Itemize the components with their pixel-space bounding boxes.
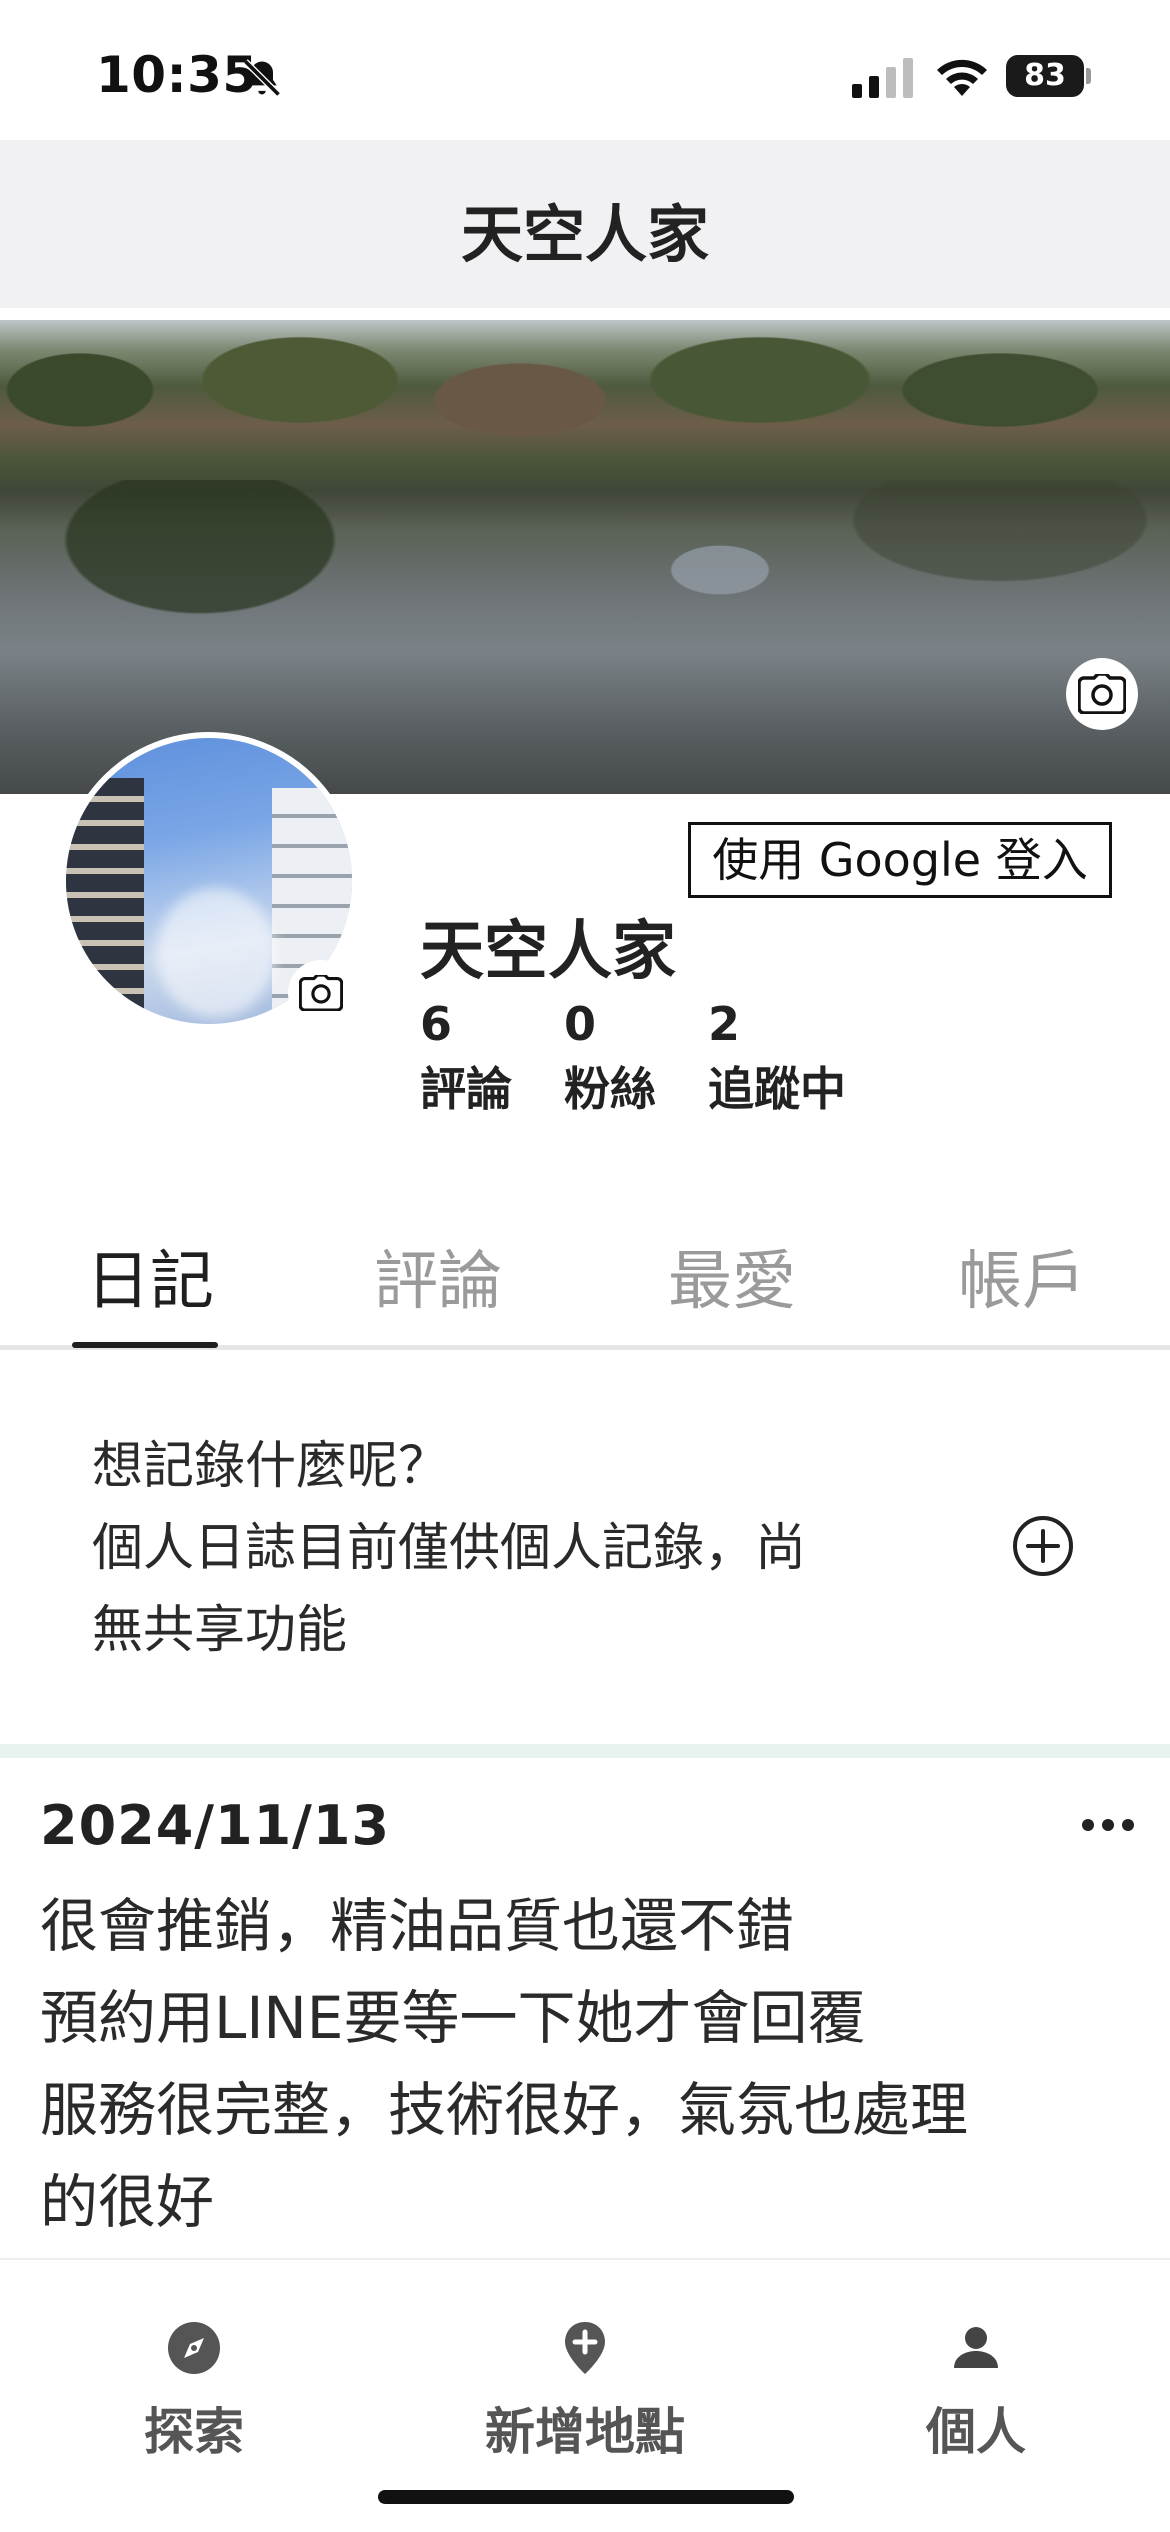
prompt-line: 無共享功能 (92, 1601, 348, 1660)
stat-label: 評論 (420, 1062, 512, 1116)
entry-date: 2024/11/13 (40, 1794, 391, 1857)
add-location-icon (565, 2322, 605, 2374)
entry-line: 服務很完整，技術很好，氣氛也處理 (40, 2076, 969, 2144)
cellular-signal-icon (852, 58, 913, 98)
stat-label: 追蹤中 (708, 1062, 846, 1116)
tab-account[interactable]: 帳戶 (958, 1230, 1086, 1322)
profile-page: 10:35 83 天空人家 使用 Google 登入 天空人家 6 評論 0 粉… (0, 0, 1170, 2532)
stat-value: 6 (420, 997, 453, 1051)
page-title: 天空人家 (460, 198, 709, 271)
entry-line: 很會推銷，精油品質也還不錯 (40, 1892, 795, 1960)
bell-slash-icon (243, 59, 281, 97)
status-bar: 10:35 83 (0, 0, 1170, 140)
tab-diary[interactable]: 日記 (86, 1230, 214, 1322)
nav-explore[interactable]: 探索 (44, 2260, 344, 2461)
profile-name: 天空人家 (420, 915, 676, 989)
more-options-icon[interactable] (1080, 1810, 1136, 1840)
battery-icon: 83 (1006, 55, 1091, 97)
entry-line: 的很好 (40, 2168, 215, 2236)
google-login-button[interactable]: 使用 Google 登入 (688, 822, 1112, 898)
camera-icon (299, 975, 343, 1011)
stat-following[interactable]: 2 追蹤中 (708, 994, 846, 1124)
tab-favorites[interactable]: 最愛 (668, 1230, 796, 1322)
stat-value: 0 (564, 997, 597, 1051)
home-indicator (378, 2490, 794, 2504)
prompt-line: 想記錄什麼呢？ (92, 1437, 450, 1496)
entry-line: 預約用LINE要等一下她才會回覆 (40, 1984, 866, 2052)
compass-icon (168, 2322, 220, 2374)
cover-photo (0, 320, 1170, 794)
app-header: 天空人家 (0, 140, 1170, 308)
entry-body: 很會推銷，精油品質也還不錯 預約用LINE要等一下她才會回覆 服務很完整，技術很… (40, 1880, 1140, 2248)
profile-tabs: 日記 評論 最愛 帳戶 (0, 1210, 1170, 1350)
tab-reviews[interactable]: 評論 (374, 1230, 502, 1322)
nav-label: 個人 (926, 2403, 1026, 2461)
stat-followers[interactable]: 0 粉絲 (564, 994, 656, 1124)
wifi-icon (937, 59, 987, 96)
nav-personal[interactable]: 個人 (826, 2260, 1126, 2461)
stat-label: 粉絲 (564, 1062, 656, 1116)
avatar-camera-button[interactable] (288, 960, 354, 1026)
person-icon (954, 2327, 998, 2368)
nav-label: 新增地點 (485, 2403, 685, 2461)
section-divider (0, 1744, 1170, 1758)
journal-prompt: 想記錄什麼呢？ 個人日誌目前僅供個人記錄，尚 無共享功能 (92, 1426, 952, 1672)
stat-reviews[interactable]: 6 評論 (420, 994, 512, 1124)
nav-add-place[interactable]: 新增地點 (435, 2260, 735, 2461)
prompt-line: 個人日誌目前僅供個人記錄，尚 (92, 1519, 807, 1578)
stat-value: 2 (708, 997, 741, 1051)
cover-camera-button[interactable] (1066, 658, 1138, 730)
camera-icon (1078, 674, 1126, 714)
tab-active-indicator (72, 1342, 218, 1348)
nav-label: 探索 (144, 2403, 244, 2461)
battery-percent: 83 (1024, 58, 1066, 93)
add-journal-icon[interactable] (1012, 1515, 1074, 1577)
status-time: 10:35 (96, 46, 258, 104)
